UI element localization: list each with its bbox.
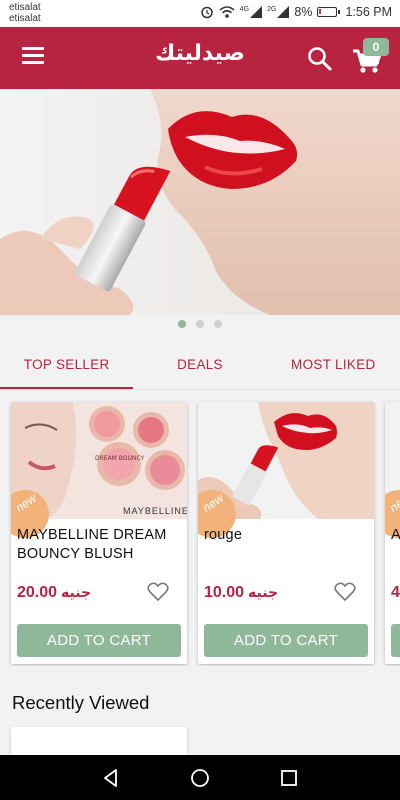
back-icon[interactable] — [100, 767, 122, 789]
product-name: rouge — [204, 527, 243, 543]
wifi-icon — [219, 5, 235, 18]
status-icons: 4G 2G 8% 1:56 PM — [200, 5, 392, 19]
product-card[interactable]: DREAM BOUNCY MAYBELLINE new MAYBELLINE D… — [11, 402, 187, 664]
category-tabs: TOP SELLER DEALS MOST LIKED — [0, 342, 400, 390]
product-card-partial[interactable]: new A 4 — [385, 402, 400, 664]
product-name: MAYBELLINE DREAM BOUNCY BLUSH — [17, 527, 167, 562]
blush-label: DREAM BOUNCY — [95, 455, 144, 462]
search-icon[interactable] — [306, 45, 334, 73]
carrier-label-2: etisalat — [9, 13, 41, 24]
home-icon[interactable] — [189, 767, 211, 789]
battery-icon — [317, 7, 341, 17]
tab-most-liked[interactable]: MOST LIKED — [267, 342, 400, 389]
tab-deals[interactable]: DEALS — [133, 342, 266, 389]
alarm-icon — [200, 6, 213, 19]
add-to-cart-button[interactable] — [391, 624, 400, 657]
app-title: صيدليتك — [155, 41, 245, 66]
network-type-label-2: 2G — [267, 5, 277, 13]
product-price: 20.00 جنيه — [17, 584, 92, 601]
app-bar: صيدليتك 0 — [0, 27, 400, 89]
banner-dot[interactable] — [214, 320, 222, 328]
banner-pagination — [0, 318, 400, 330]
signal-icon — [250, 6, 263, 18]
tab-top-seller[interactable]: TOP SELLER — [0, 342, 134, 389]
product-carousel[interactable]: DREAM BOUNCY MAYBELLINE new MAYBELLINE D… — [0, 400, 400, 666]
recently-viewed-heading: Recently Viewed — [12, 692, 150, 713]
promo-banner[interactable] — [0, 89, 400, 315]
product-price: 4 — [391, 584, 400, 601]
product-price: 10.00 جنيه — [204, 584, 279, 601]
battery-percent: 8% — [294, 5, 313, 19]
recent-item-card[interactable] — [11, 727, 187, 757]
heart-icon[interactable] — [147, 582, 169, 602]
lipstick-banner-image — [0, 89, 400, 315]
signal-icon-2 — [277, 6, 290, 18]
brand-label: MAYBELLINE — [123, 506, 187, 516]
heart-icon[interactable] — [334, 582, 356, 602]
clock: 1:56 PM — [345, 5, 392, 19]
recents-icon[interactable] — [278, 767, 300, 789]
system-nav-bar — [0, 755, 400, 800]
status-bar: etisalat etisalat 4G 2G 8% 1:56 PM — [0, 0, 400, 27]
add-to-cart-button[interactable]: ADD TO CART — [204, 624, 368, 657]
banner-dot[interactable] — [178, 320, 186, 328]
carrier-label: etisalat — [9, 2, 41, 13]
app-screen: etisalat etisalat 4G 2G 8% 1:56 PM صيدلي… — [0, 0, 400, 800]
banner-dot[interactable] — [196, 320, 204, 328]
product-card[interactable]: new rouge 10.00 جنيه ADD TO CART — [198, 402, 374, 664]
add-to-cart-button[interactable]: ADD TO CART — [17, 624, 181, 657]
network-type-label: 4G — [239, 5, 250, 13]
cart-count-badge: 0 — [363, 38, 389, 56]
product-name: A — [391, 527, 400, 543]
